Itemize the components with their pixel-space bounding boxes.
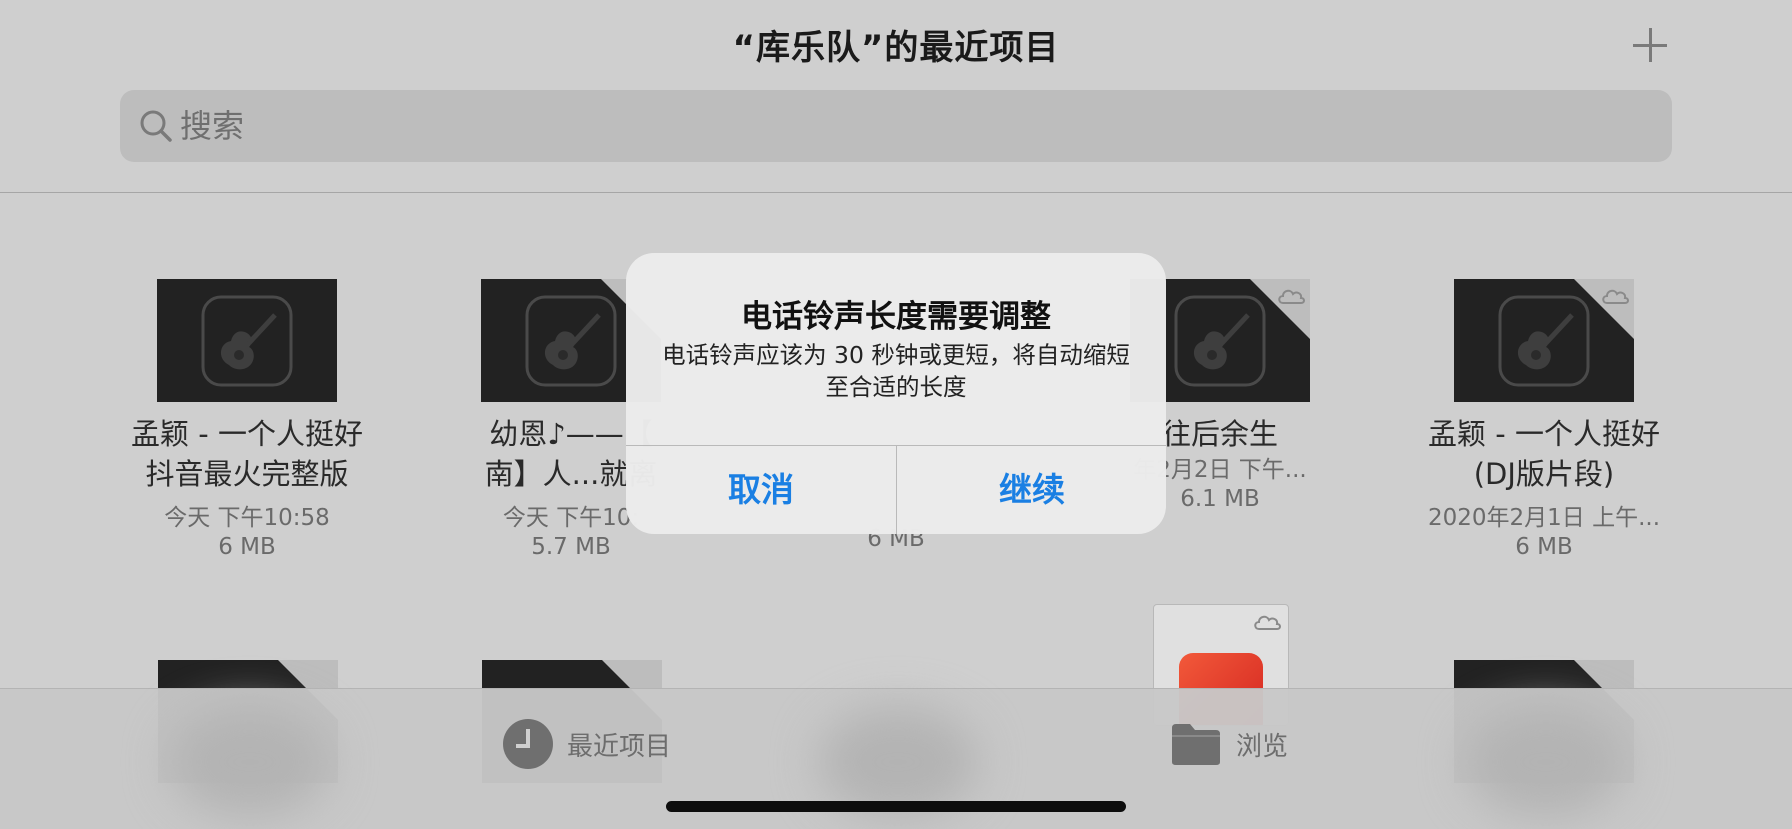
clock-icon	[503, 719, 553, 769]
tab-recents[interactable]: 最近项目	[503, 714, 671, 774]
file-thumbnail	[157, 279, 337, 402]
file-name: 孟颖 - 一个人挺好	[1428, 417, 1660, 451]
page-title: “库乐队”的最近项目	[732, 28, 1060, 68]
cloud-download-icon	[1602, 289, 1629, 304]
file-size: 6 MB	[218, 534, 276, 560]
alert-dialog: 电话铃声长度需要调整 电话铃声应该为 30 秒钟或更短，将自动缩短至合适的长度 …	[626, 253, 1166, 534]
file-thumbnail	[1454, 279, 1634, 402]
cloud-download-icon	[1254, 615, 1281, 630]
tab-recents-label: 最近项目	[567, 731, 672, 762]
garageband-icon	[199, 293, 295, 389]
folder-icon	[1172, 724, 1220, 765]
tab-browse[interactable]: 浏览	[1170, 714, 1288, 774]
file-name: 抖音最火完整版	[145, 457, 349, 491]
cancel-button[interactable]: 取消	[626, 446, 896, 534]
header-divider	[0, 192, 1792, 193]
blurred-thumbnail	[170, 707, 330, 817]
cloud-download-icon	[1278, 289, 1305, 304]
tab-browse-label: 浏览	[1236, 731, 1289, 762]
search-icon	[140, 110, 172, 142]
file-date: 今天 下午10:58	[164, 505, 330, 531]
search-bar[interactable]: 搜索	[120, 90, 1672, 162]
navigation-header: “库乐队”的最近项目 搜索	[0, 0, 1792, 193]
file-date: 2020年2月1日 上午...	[1427, 505, 1661, 531]
file-name: (DJ版片段)	[1473, 457, 1615, 491]
file-item[interactable]: 孟颖 - 一个人挺好 抖音最火完整版 今天 下午10:58 6 MB	[97, 279, 397, 562]
file-size: 6 MB	[1515, 534, 1573, 560]
blurred-thumbnail	[1466, 707, 1626, 817]
file-name: 孟颖 - 一个人挺好	[131, 417, 363, 451]
file-size: 5.7 MB	[531, 534, 611, 560]
alert-title: 电话铃声长度需要调整	[741, 299, 1051, 335]
home-indicator[interactable]	[666, 801, 1126, 812]
file-item[interactable]: 孟颖 - 一个人挺好 (DJ版片段) 2020年2月1日 上午... 6 MB	[1394, 279, 1694, 562]
continue-button[interactable]: 继续	[897, 446, 1166, 534]
plus-icon[interactable]	[1628, 22, 1672, 66]
search-input[interactable]: 搜索	[180, 90, 244, 162]
alert-message: 电话铃声应该为 30 秒钟或更短，将自动缩短至合适的长度	[662, 341, 1130, 401]
